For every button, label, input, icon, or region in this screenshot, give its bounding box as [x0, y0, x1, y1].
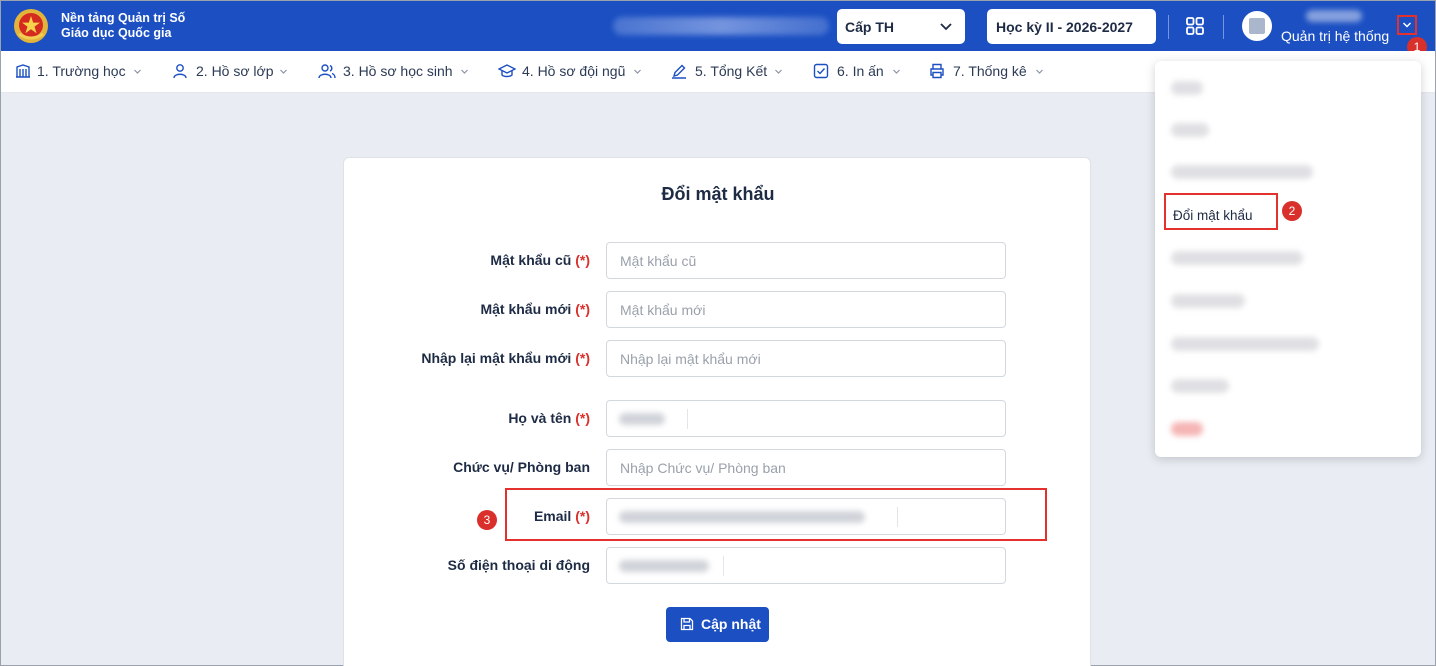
term-select-value: Học kỳ II - 2026-2027 — [996, 19, 1133, 35]
chevron-down-icon — [940, 23, 952, 31]
menu-label: 2. Hồ sơ lớp — [196, 63, 274, 79]
email-label: Email (*) — [533, 508, 590, 524]
phone-label: Số điện thoại di động — [447, 557, 590, 573]
email-field[interactable] — [606, 498, 1006, 535]
avatar[interactable] — [1242, 11, 1272, 41]
dropdown-item-redacted[interactable] — [1171, 379, 1229, 393]
update-button-label: Cập nhật — [701, 616, 761, 632]
menu-label: 4. Hồ sơ đội ngũ — [522, 63, 626, 79]
confirm-password-label: Nhập lại mật khẩu mới (*) — [421, 350, 590, 366]
dropdown-item-redacted[interactable] — [1171, 337, 1319, 351]
menu-label: 1. Trường học — [37, 63, 126, 79]
menu-label: 3. Hồ sơ học sinh — [343, 63, 453, 79]
fullname-label: Họ và tên (*) — [508, 410, 590, 426]
old-password-field[interactable] — [606, 242, 1006, 279]
position-label: Chức vụ/ Phòng ban — [453, 459, 590, 475]
chevron-down-icon — [893, 69, 900, 74]
confirm-password-input[interactable] — [607, 341, 1005, 376]
user-icon — [173, 64, 187, 79]
user-role: Quản trị hệ thống — [1281, 28, 1390, 44]
phone-field[interactable] — [606, 547, 1006, 584]
dropdown-item-redacted[interactable] — [1171, 81, 1203, 95]
level-select-value: Cấp TH — [845, 19, 894, 35]
printer-icon — [930, 63, 944, 79]
text-cursor — [723, 556, 724, 576]
user-dropdown-menu — [1155, 61, 1421, 457]
email-value-redacted — [619, 511, 865, 523]
dropdown-item-redacted[interactable] — [1171, 294, 1245, 308]
fullname-field[interactable] — [606, 400, 1006, 437]
chevron-down-icon — [1402, 22, 1412, 28]
users-icon — [318, 64, 336, 79]
user-menu-toggle[interactable] — [1397, 15, 1417, 35]
text-cursor — [687, 409, 688, 429]
change-password-card: Đổi mật khẩu Mật khẩu cũ (*) Mật khẩu mớ… — [343, 157, 1091, 666]
position-input[interactable] — [607, 450, 1005, 485]
level-select[interactable]: Cấp TH — [837, 9, 965, 44]
chevron-down-icon — [634, 69, 641, 74]
step-badge-2: 2 — [1282, 201, 1302, 221]
school-name-redacted — [613, 17, 829, 35]
page-title: Đổi mật khẩu — [661, 184, 775, 204]
chevron-down-icon — [280, 69, 287, 74]
old-password-label: Mật khẩu cũ (*) — [490, 252, 590, 268]
building-icon — [16, 64, 30, 78]
pencil-icon — [672, 64, 686, 79]
checkbox-icon — [813, 63, 829, 79]
brand-title: Nền tảng Quản trị Số Giáo dục Quốc gia — [61, 11, 185, 41]
text-cursor — [897, 507, 898, 527]
dropdown-item-redacted[interactable] — [1171, 165, 1313, 179]
chevron-down-icon — [461, 69, 468, 74]
dropdown-item-redacted[interactable] — [1171, 251, 1303, 265]
phone-value-redacted — [619, 560, 709, 572]
step-badge-3: 3 — [477, 510, 497, 530]
menu-label: 7. Thống kê — [953, 63, 1027, 79]
confirm-password-field[interactable] — [606, 340, 1006, 377]
divider — [1168, 15, 1169, 39]
term-select[interactable]: Học kỳ II - 2026-2027 — [987, 9, 1156, 44]
new-password-input[interactable] — [607, 292, 1005, 327]
brand-line-2: Giáo dục Quốc gia — [61, 26, 172, 40]
dropdown-item-change-password[interactable]: Đổi mật khẩu — [1164, 193, 1278, 230]
username-redacted — [1306, 10, 1362, 22]
national-emblem-icon — [14, 9, 48, 43]
fullname-value-redacted — [619, 413, 665, 425]
save-icon — [680, 617, 694, 631]
chevron-down-icon — [1036, 69, 1043, 74]
new-password-label: Mật khẩu mới (*) — [480, 301, 590, 317]
graduation-cap-icon — [498, 64, 516, 78]
update-button[interactable]: Cập nhật — [666, 607, 769, 642]
chevron-down-icon — [134, 69, 141, 74]
menu-label: 5. Tổng Kết — [695, 63, 768, 79]
grid-icon[interactable] — [1185, 16, 1205, 36]
old-password-input[interactable] — [607, 243, 1005, 278]
dropdown-item-logout-redacted[interactable] — [1171, 422, 1203, 436]
menu-label: 6. In ấn — [837, 63, 884, 79]
position-field[interactable] — [606, 449, 1006, 486]
dropdown-item-redacted[interactable] — [1171, 123, 1209, 137]
divider — [1223, 15, 1224, 39]
brand-line-1: Nền tảng Quản trị Số — [61, 11, 186, 25]
top-header: Nền tảng Quản trị Số Giáo dục Quốc gia C… — [1, 1, 1435, 51]
new-password-field[interactable] — [606, 291, 1006, 328]
chevron-down-icon — [775, 69, 782, 74]
